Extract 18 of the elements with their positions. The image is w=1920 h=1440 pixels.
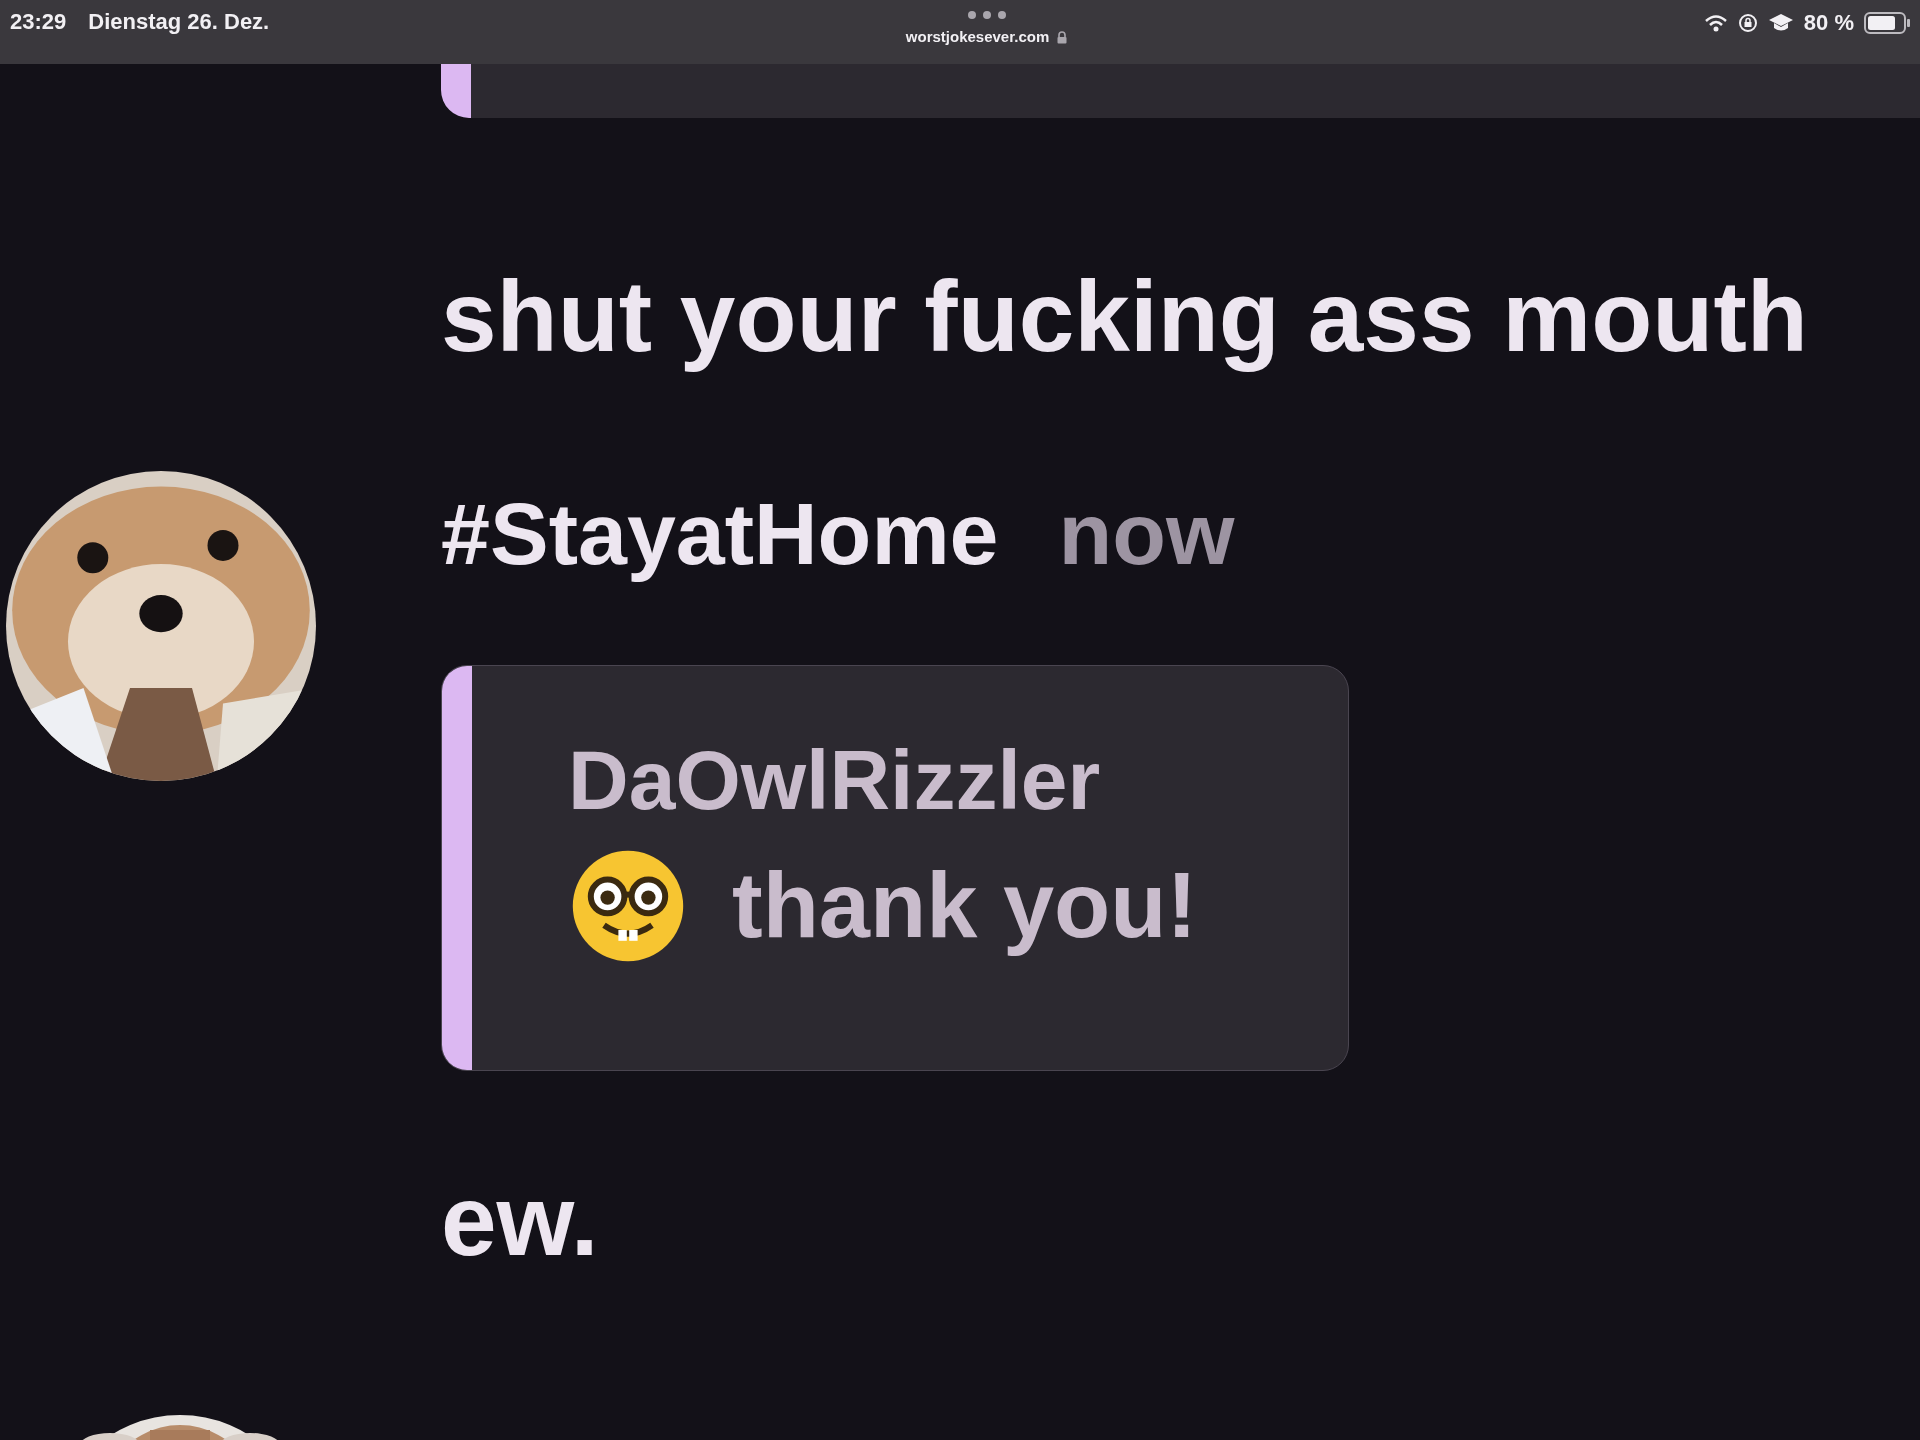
lock-icon xyxy=(1057,30,1068,44)
battery-percentage: 80 % xyxy=(1803,9,1854,37)
author-name[interactable]: #StayatHome xyxy=(441,481,999,587)
graduation-cap-icon xyxy=(1767,12,1794,33)
wifi-icon xyxy=(1703,13,1728,32)
url-text[interactable]: worstjokesever.com xyxy=(905,26,1050,49)
quoted-text: thank you! xyxy=(732,855,1198,957)
message-text: ew. xyxy=(441,1162,600,1278)
date: Dienstag 26. Dez. xyxy=(88,8,270,36)
reply-quote[interactable]: DaOwlRizzler thank you! xyxy=(441,664,1349,1071)
more-icon[interactable] xyxy=(966,10,1007,20)
timestamp: now xyxy=(1058,483,1235,585)
clock: 23:29 xyxy=(10,8,67,36)
rotation-lock-icon xyxy=(1737,12,1758,33)
quoted-author: DaOwlRizzler xyxy=(568,733,1102,826)
battery-icon xyxy=(1864,11,1910,34)
quote-accent xyxy=(441,64,471,118)
message-text: shut your fucking ass mouth xyxy=(441,259,1809,374)
